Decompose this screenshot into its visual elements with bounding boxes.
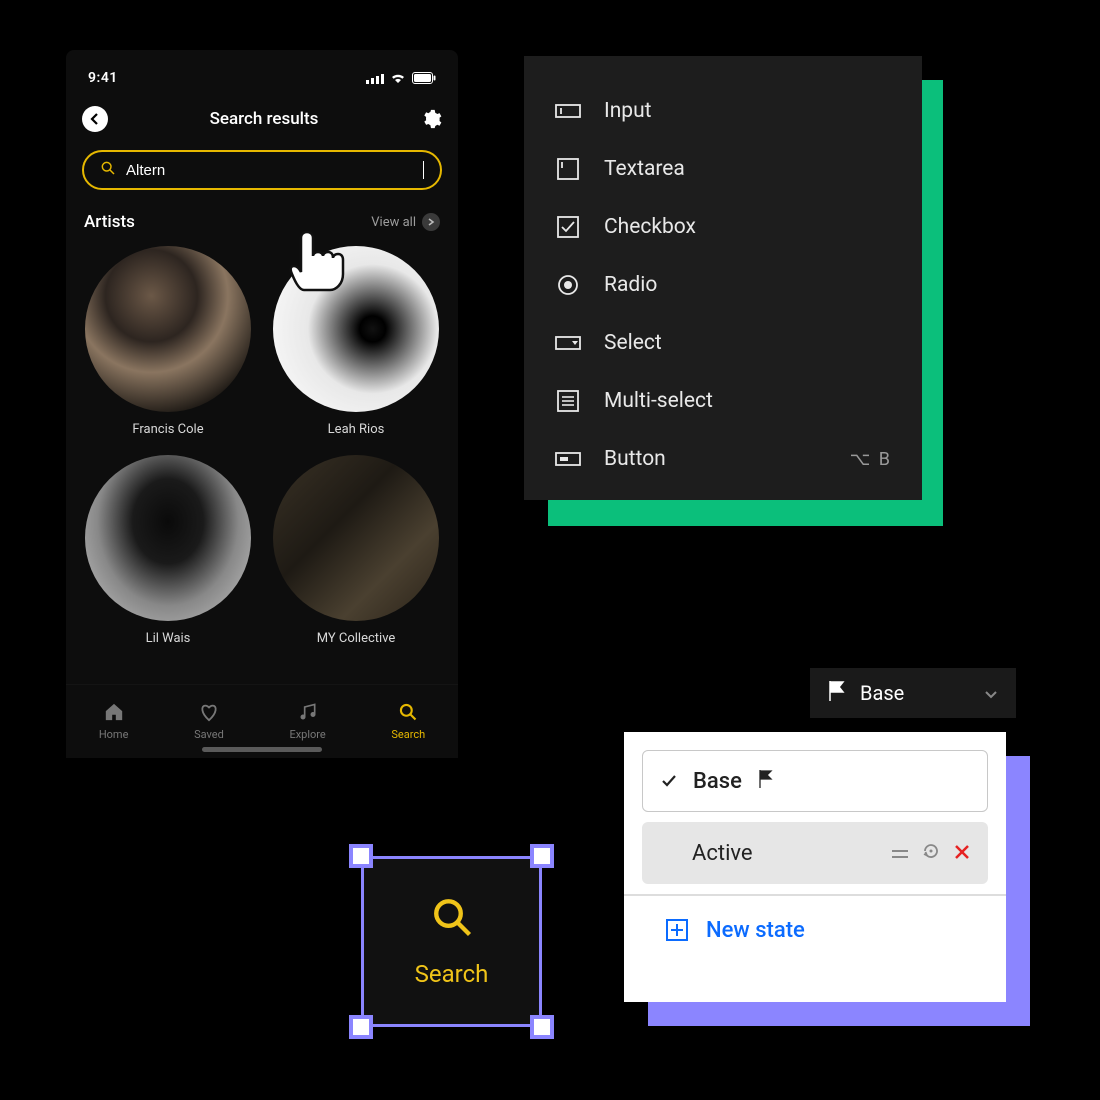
tab-saved[interactable]: Saved [194,702,224,741]
radio-icon [554,274,582,296]
multiselect-icon [554,390,582,412]
status-icons [366,72,436,84]
artist-card[interactable]: Lil Wais [84,455,252,646]
form-item-multiselect[interactable]: Multi-select [554,372,892,430]
select-icon [554,332,582,354]
input-icon [554,100,582,122]
resize-handle[interactable] [349,844,373,868]
form-item-checkbox[interactable]: Checkbox [554,198,892,256]
dropdown-label: Base [860,681,904,705]
form-item-label: Checkbox [604,215,892,239]
search-field[interactable] [82,150,442,190]
avatar [273,246,439,412]
section-title: Artists [84,212,135,232]
artist-card[interactable]: MY Collective [272,455,440,646]
music-icon [298,702,318,722]
textarea-icon [554,158,582,180]
avatar [85,246,251,412]
search-input[interactable] [126,162,413,179]
tab-explore[interactable]: Explore [289,702,325,741]
artist-name: Leah Rios [328,422,385,437]
section-header: Artists View all [80,190,444,246]
keyboard-shortcut: ⌥ B [850,449,892,470]
form-item-label: Input [604,99,892,123]
form-item-label: Multi-select [604,389,892,413]
artist-grid: Francis Cole Leah Rios Lil Wais MY Colle… [80,246,444,646]
form-item-radio[interactable]: Radio [554,256,892,314]
search-icon [100,160,116,180]
signal-icon [366,73,384,84]
reset-icon[interactable] [922,841,940,866]
back-button[interactable] [82,106,108,132]
artist-name: Francis Cole [132,422,203,437]
flag-icon [828,681,846,706]
search-icon [398,702,418,722]
artist-card[interactable]: Leah Rios [272,246,440,437]
tab-label: Explore [289,728,325,741]
artist-name: MY Collective [317,631,396,646]
new-state-label: New state [706,918,805,943]
wifi-icon [390,72,406,84]
form-item-button[interactable]: Button ⌥ B [554,430,892,488]
tab-home[interactable]: Home [99,702,129,741]
status-bar: 9:41 [80,70,444,100]
artist-name: Lil Wais [146,631,191,646]
battery-icon [412,72,436,84]
states-panel: Base Active New state [624,732,1006,1002]
delete-icon[interactable] [954,841,970,866]
phone-mockup: 9:41 Search results Artists [66,50,458,758]
tile-body: Search [361,856,542,1027]
page-title: Search results [210,109,319,129]
form-item-label: Radio [604,273,892,297]
form-item-input[interactable]: Input [554,82,892,140]
form-elements-panel: Input Textarea Checkbox Radio Select Mul… [524,56,922,500]
tile-label: Search [415,960,489,988]
home-indicator [202,747,322,752]
state-label: Base [693,769,742,794]
tab-label: Home [99,728,129,741]
drag-handle-icon[interactable] [892,841,908,866]
artist-card[interactable]: Francis Cole [84,246,252,437]
form-item-label: Textarea [604,157,892,181]
text-cursor [423,161,425,179]
view-all-label: View all [371,215,416,230]
state-row-active[interactable]: Active [642,822,988,884]
form-item-textarea[interactable]: Textarea [554,140,892,198]
heart-icon [198,702,220,722]
form-item-label: Select [604,331,892,355]
tab-label: Saved [194,728,224,741]
resize-handle[interactable] [530,1015,554,1039]
avatar [273,455,439,621]
button-icon [554,448,582,470]
tab-label: Search [391,728,425,741]
state-selector-dropdown[interactable]: Base [810,668,1016,718]
clock: 9:41 [88,70,118,86]
view-all-link[interactable]: View all [371,213,440,231]
plus-icon [666,919,688,941]
chevron-right-icon [422,213,440,231]
check-icon [661,769,677,794]
new-state-button[interactable]: New state [624,896,1006,964]
nav-row: Search results [80,100,444,150]
resize-handle[interactable] [530,844,554,868]
form-item-select[interactable]: Select [554,314,892,372]
checkbox-icon [554,216,582,238]
bottom-tabbar: Home Saved Explore Search [66,684,458,758]
avatar [85,455,251,621]
form-item-label: Button [604,447,828,471]
home-icon [103,702,125,722]
selected-component-tile[interactable]: Search [349,844,554,1039]
state-row-base[interactable]: Base [642,750,988,812]
chevron-down-icon [984,681,998,705]
settings-button[interactable] [420,108,442,130]
search-icon [431,896,473,938]
state-label: Active [692,841,753,866]
resize-handle[interactable] [349,1015,373,1039]
flag-icon [758,769,774,794]
tab-search[interactable]: Search [391,702,425,741]
